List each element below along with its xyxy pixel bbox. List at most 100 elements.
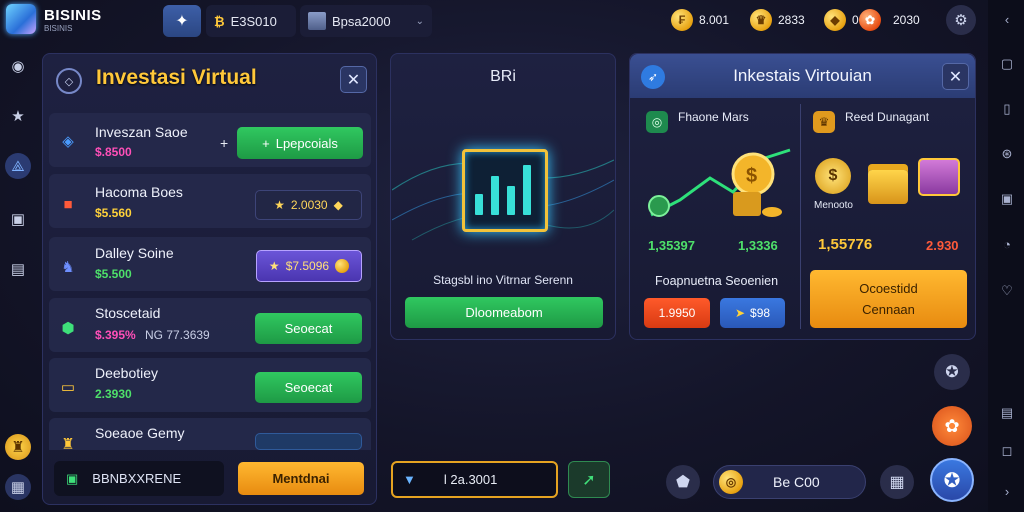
dollar-coin-icon: $	[815, 158, 851, 194]
buy-button-label: $98	[750, 306, 771, 320]
close-icon: ✕	[346, 71, 361, 89]
crown-coin-value: 2833	[778, 13, 805, 27]
crown-coin-counter[interactable]: ♛ 2833	[750, 6, 805, 34]
settings-button[interactable]: ⚙	[946, 5, 976, 35]
asset-small-label: Menooto	[814, 200, 853, 211]
buy-button[interactable]: ➤ $98	[720, 298, 785, 328]
gear-icon: ⚙	[954, 12, 968, 29]
star-icon: ★	[274, 198, 285, 212]
sell-button[interactable]: 1.9950	[644, 298, 710, 328]
amount-input-value: l 2a.3001	[443, 472, 498, 487]
trophy-icon: ♜	[61, 436, 75, 453]
investment-row-label: Inveszan Saoe	[95, 124, 188, 140]
divider	[800, 104, 801, 329]
flower-icon: ✿	[944, 415, 960, 436]
trophy-icon: ♜	[11, 439, 25, 456]
detail-close-button[interactable]: ✕	[942, 63, 969, 90]
rail-item-backpack[interactable]: ▦	[5, 474, 31, 500]
investments-close-button[interactable]: ✕	[340, 66, 367, 93]
investments-panel-title: Investasi Virtual	[96, 66, 257, 89]
chart-bar	[491, 175, 499, 215]
rail-item-invest[interactable]: ⟁	[5, 153, 31, 179]
briefcase-icon: ▭	[60, 379, 76, 396]
back-icon[interactable]: ‹	[998, 10, 1016, 28]
amount-input[interactable]: ▼ l 2a.3001	[391, 461, 558, 498]
cube-icon: ■	[63, 195, 73, 213]
currency-pill-1[interactable]: ₿ E3S010	[206, 5, 296, 37]
star-icon: ✪	[943, 469, 961, 492]
investment-action-button[interactable]: Seoecat	[255, 372, 362, 403]
chevron-down-icon: ⌄	[415, 15, 424, 27]
asset-stat-2: 2.930	[926, 238, 959, 253]
asset-label: Reed Dunagant	[845, 110, 930, 124]
gem-icon: ◆	[824, 9, 846, 31]
send-button[interactable]: ➚	[568, 461, 610, 498]
favorite-button[interactable]: ✪	[930, 458, 974, 502]
home-button[interactable]: ✦	[163, 5, 201, 37]
gold-coin-counter[interactable]: ₣ 8.001	[671, 6, 729, 34]
layers-icon[interactable]: ▣	[998, 190, 1016, 208]
investment-action-button[interactable]: ★ 2.0030 ◆	[255, 190, 362, 220]
investment-row-value: $5.560	[95, 206, 132, 220]
currency-pill-2-value: Bpsa2000	[332, 13, 391, 29]
chart-bar	[507, 186, 515, 215]
heart-icon[interactable]: ♡	[998, 282, 1016, 300]
ruby-value: 2030	[893, 13, 920, 27]
investment-action-label: 2.0030	[290, 198, 328, 212]
chat-icon[interactable]: ◻	[998, 442, 1016, 460]
shield-icon: ⬢	[61, 320, 75, 337]
investment-row-label: Soeaoe Gemy	[95, 425, 185, 441]
app-title: BISINIS	[44, 7, 102, 24]
robot-icon: ♞	[61, 259, 75, 276]
currency-pill-2[interactable]: Bpsa2000 ⌄	[300, 5, 432, 37]
rail-item-rewards[interactable]: ♜	[5, 434, 31, 460]
map-button[interactable]: ✪	[934, 354, 970, 390]
investment-action-button[interactable]: + Lpepcoials	[237, 127, 363, 159]
currency-pill-1-value: E3S010	[230, 13, 277, 29]
investment-row-label: Dalley Soine	[95, 245, 174, 261]
crate-icon	[308, 12, 326, 30]
ruby-counter[interactable]: ✿ 2030	[859, 6, 920, 34]
crown-coin-icon: ♛	[750, 9, 772, 31]
asset-cta-button[interactable]: Ocoestidd Cennaan	[810, 270, 967, 328]
asset-cta-line-2: Cennaan	[862, 302, 915, 317]
asset-cta-line-1: Ocoestidd	[859, 281, 918, 296]
growth-graph-icon: $	[648, 148, 791, 217]
forward-icon[interactable]: ›	[998, 482, 1016, 500]
right-rail	[988, 0, 1024, 512]
summary-action-button[interactable]: Dloomeabom	[405, 297, 603, 328]
crystal-icon: ◈	[62, 133, 74, 150]
investment-action-button[interactable]	[255, 433, 362, 450]
inbox-icon[interactable]: ▤	[998, 404, 1016, 422]
investment-row-value: $.8500	[95, 145, 132, 159]
coin-icon	[335, 259, 350, 273]
rail-item-shop[interactable]: ▣	[5, 206, 31, 232]
event-button[interactable]: ✿	[932, 406, 972, 446]
investment-row-label: Stoscetaid	[95, 305, 161, 321]
wallet-bar[interactable]: ▣ BBNBXXRENE	[54, 461, 224, 496]
rail-item-favorites[interactable]: ★	[5, 103, 31, 129]
app-subtitle: BISINIS	[44, 24, 73, 33]
withdraw-button[interactable]: Mentdnai	[238, 462, 364, 495]
grid-menu-button[interactable]: ▦	[880, 465, 914, 499]
people-icon[interactable]: ◔	[998, 235, 1016, 253]
download-icon[interactable]: ⊛	[998, 145, 1016, 163]
currency-icon: ₿	[214, 13, 225, 29]
document-icon[interactable]: ▯	[998, 100, 1016, 118]
investment-chart-icon	[462, 149, 548, 232]
balance-pill[interactable]: ◎ Be C00	[713, 465, 866, 499]
rail-item-profile[interactable]: ◉	[5, 53, 31, 79]
investment-action-button[interactable]: Seoecat	[255, 313, 362, 344]
rail-item-inbox[interactable]: ▤	[5, 256, 31, 282]
asset-stat-1: 1,55776	[818, 236, 873, 253]
investment-row-value: $5.500	[95, 267, 132, 281]
play-icon: ➤	[734, 306, 746, 320]
copy-icon[interactable]: ▢	[998, 55, 1016, 73]
gold-coin-value: 8.001	[699, 13, 730, 27]
puzzle-icon: ✪	[945, 364, 959, 381]
investment-row-extra: NG 77.3639	[145, 328, 210, 342]
chart-bar	[475, 193, 483, 215]
grid-icon: ▦	[889, 474, 905, 491]
investment-action-button[interactable]: ★ $7.5096	[256, 250, 362, 282]
team-button[interactable]: ⬟	[666, 465, 700, 499]
